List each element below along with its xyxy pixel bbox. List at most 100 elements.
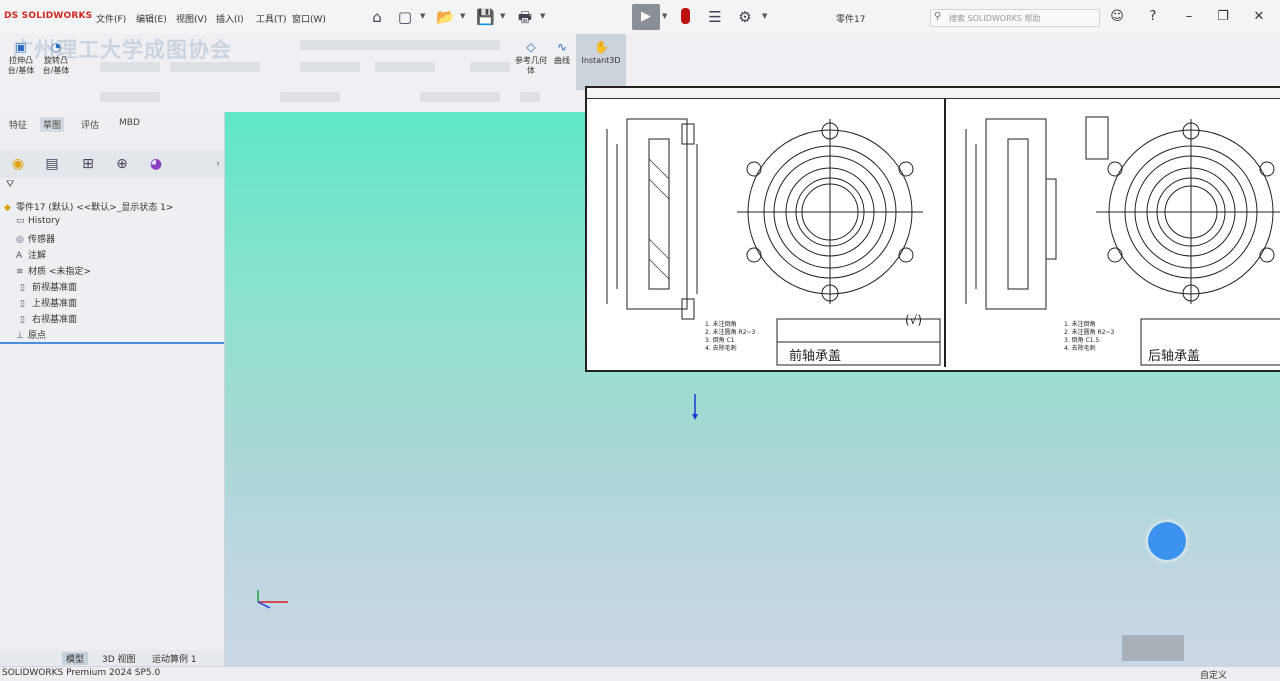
note: 1. 未注倒角 (1064, 321, 1096, 328)
units-selector[interactable]: 自定义 (1200, 668, 1227, 681)
tree-item-front-plane[interactable]: ▯ 前视基准面 (20, 280, 77, 293)
tree-item-right-plane[interactable]: ▯ 右视基准面 (20, 312, 77, 325)
tree-root-label: 零件17 (默认) <<默认>_显示状态 1> (16, 203, 174, 213)
menu-window[interactable]: 窗口(W) (292, 12, 326, 25)
tree-root[interactable]: ◆ 零件17 (默认) <<默认>_显示状态 1> (4, 200, 173, 213)
drawing-border-strip (587, 88, 1280, 99)
overlay-panel (1122, 635, 1184, 661)
material-icon: ≋ (16, 267, 24, 277)
instant3d-icon: ✋ (594, 40, 609, 54)
status-version: SOLIDWORKS Premium 2024 SP5.0 (2, 668, 161, 678)
feature-manager-icon[interactable]: ◉ (8, 154, 28, 174)
chevron-down-icon[interactable]: ▼ (662, 12, 667, 20)
menu-insert[interactable]: 插入(I) (216, 12, 244, 25)
surface-roughness-symbol: (√) (905, 313, 923, 327)
chevron-down-icon[interactable]: ▼ (500, 12, 505, 20)
new-document-icon[interactable]: ▢ (396, 8, 414, 26)
close-icon[interactable]: ✕ (1248, 8, 1270, 26)
floating-assistant-icon[interactable] (1148, 522, 1186, 560)
drawing-sheet-left: 前轴承盖 (√) 1. 未注倒角 2. 未注圆角 R2~3 3. 倒角 C1 4… (587, 99, 942, 367)
tree-item-label: 原点 (28, 331, 47, 341)
tree-item-history[interactable]: ▭ History (16, 216, 60, 226)
tree-item-sensors[interactable]: ◎ 传感器 (16, 232, 55, 245)
tree-item-label: 材质 <未指定> (28, 267, 91, 277)
note: 2. 未注圆角 R2~3 (705, 329, 756, 336)
drawing-notes-right: 1. 未注倒角 2. 未注圆角 R2~3 3. 倒角 C1.5 4. 去除毛刺 (1064, 321, 1114, 353)
note: 4. 去除毛刺 (705, 345, 737, 352)
tree-item-label: 上视基准面 (32, 299, 78, 309)
extrude-boss-button[interactable]: ▣ 拉伸凸台/基体 (6, 40, 36, 76)
tree-item-material[interactable]: ≋ 材质 <未指定> (16, 264, 91, 277)
feature-manager-panel: 特征 草图 评估 MBD ◉ ▤ ⊞ ⊕ ◕ › ⛛ ◆ 零件17 (默认) <<… (0, 112, 225, 668)
property-manager-icon[interactable]: ▤ (42, 154, 62, 174)
instant3d-button[interactable]: ✋ Instant3D (576, 34, 626, 90)
menu-view[interactable]: 视图(V) (176, 12, 207, 25)
axis-triad-icon (257, 590, 288, 609)
note: 1. 未注倒角 (705, 321, 737, 328)
curves-icon: ∿ (556, 40, 568, 54)
document-title: 零件17 (836, 15, 866, 25)
solidworks-logo: DS SOLIDWORKS (4, 11, 93, 21)
search-icon: ⚲ (934, 11, 942, 22)
curves-button[interactable]: ∿ 曲线 (548, 40, 576, 66)
menu-edit[interactable]: 编辑(E) (136, 12, 167, 25)
chevron-down-icon[interactable]: ▼ (420, 12, 425, 20)
reference-drawing-image: 前轴承盖 (√) 1. 未注倒角 2. 未注圆角 R2~3 3. 倒角 C1 4… (585, 86, 1280, 372)
tab-3d-views[interactable]: 3D 视图 (98, 652, 140, 665)
revolve-icon: ◔ (50, 40, 62, 54)
chevron-down-icon[interactable]: ▼ (540, 12, 545, 20)
origin-icon: ⊥ (16, 331, 24, 341)
help-icon[interactable]: ? (1142, 8, 1164, 26)
tab-mbd[interactable]: MBD (116, 117, 143, 129)
tab-sketch[interactable]: 草图 (40, 117, 65, 132)
file-properties-icon[interactable]: ☰ (706, 8, 724, 26)
part-icon: ◆ (4, 203, 11, 213)
user-icon[interactable]: ☺ (1106, 8, 1128, 26)
menu-file[interactable]: 文件(F) (96, 12, 126, 25)
chevron-down-icon[interactable]: ▼ (762, 12, 767, 20)
open-folder-icon[interactable]: 📂 (436, 8, 455, 26)
note: 2. 未注圆角 R2~3 (1064, 329, 1115, 336)
tree-item-label: 前视基准面 (32, 283, 78, 293)
note: 3. 倒角 C1.5 (1064, 337, 1100, 344)
drawing-title-right: 后轴承盖 (1148, 349, 1201, 364)
instant3d-label: Instant3D (581, 56, 621, 65)
tab-model[interactable]: 模型 (62, 652, 89, 665)
tree-item-annotations[interactable]: A 注解 (16, 248, 46, 261)
select-arrow-button[interactable]: ▶ (632, 4, 660, 30)
tab-features[interactable]: 特征 (6, 117, 30, 132)
sensor-icon: ◎ (16, 235, 24, 245)
search-placeholder: 搜索 SOLIDWORKS 帮助 (949, 14, 1041, 23)
panel-toolbar: ◉ ▤ ⊞ ⊕ ◕ › (0, 150, 224, 178)
minimize-icon[interactable]: – (1178, 8, 1200, 26)
tree-item-top-plane[interactable]: ▯ 上视基准面 (20, 296, 77, 309)
plane-icon: ▯ (20, 315, 25, 325)
plane-icon: ▯ (20, 299, 25, 309)
revolve-boss-label: 旋转凸台/基体 (42, 56, 70, 75)
tree-item-origin[interactable]: ⊥ 原点 (16, 328, 46, 341)
gear-icon[interactable]: ⚙ (736, 8, 754, 26)
drawing-notes-left: 1. 未注倒角 2. 未注圆角 R2~3 3. 倒角 C1 4. 去除毛刺 (705, 321, 755, 353)
tab-evaluate[interactable]: 评估 (78, 117, 102, 132)
tab-motion-study[interactable]: 运动算例 1 (148, 652, 201, 665)
rebuild-traffic-light-icon[interactable] (681, 8, 690, 24)
search-input[interactable]: ⚲ 搜索 SOLIDWORKS 帮助 (930, 9, 1100, 27)
restore-icon[interactable]: ❐ (1212, 8, 1234, 26)
reference-geometry-button[interactable]: ◇ 参考几何体 (514, 40, 548, 76)
save-icon[interactable]: 💾 (476, 8, 495, 26)
tree-item-label: 右视基准面 (32, 315, 78, 325)
annotation-icon: A (16, 251, 23, 261)
configuration-manager-icon[interactable]: ⊞ (78, 154, 98, 174)
home-icon[interactable]: ⌂ (368, 8, 386, 26)
extrude-boss-label: 拉伸凸台/基体 (7, 56, 35, 75)
revolve-boss-button[interactable]: ◔ 旋转凸台/基体 (40, 40, 72, 76)
drawing-sheet-right: 后轴承盖 1. 未注倒角 2. 未注圆角 R2~3 3. 倒角 C1.5 4. … (944, 99, 1280, 367)
cursor-icon (692, 394, 698, 420)
rollback-bar[interactable] (0, 342, 224, 344)
menu-tools[interactable]: 工具(T) (256, 12, 287, 25)
print-icon[interactable]: 🖶 (516, 8, 534, 26)
dimxpert-icon[interactable]: ⊕ (112, 154, 132, 174)
display-manager-icon[interactable]: ◕ (146, 154, 166, 174)
chevron-down-icon[interactable]: ▼ (460, 12, 465, 20)
filter-icon[interactable]: ⛛ (6, 179, 14, 190)
